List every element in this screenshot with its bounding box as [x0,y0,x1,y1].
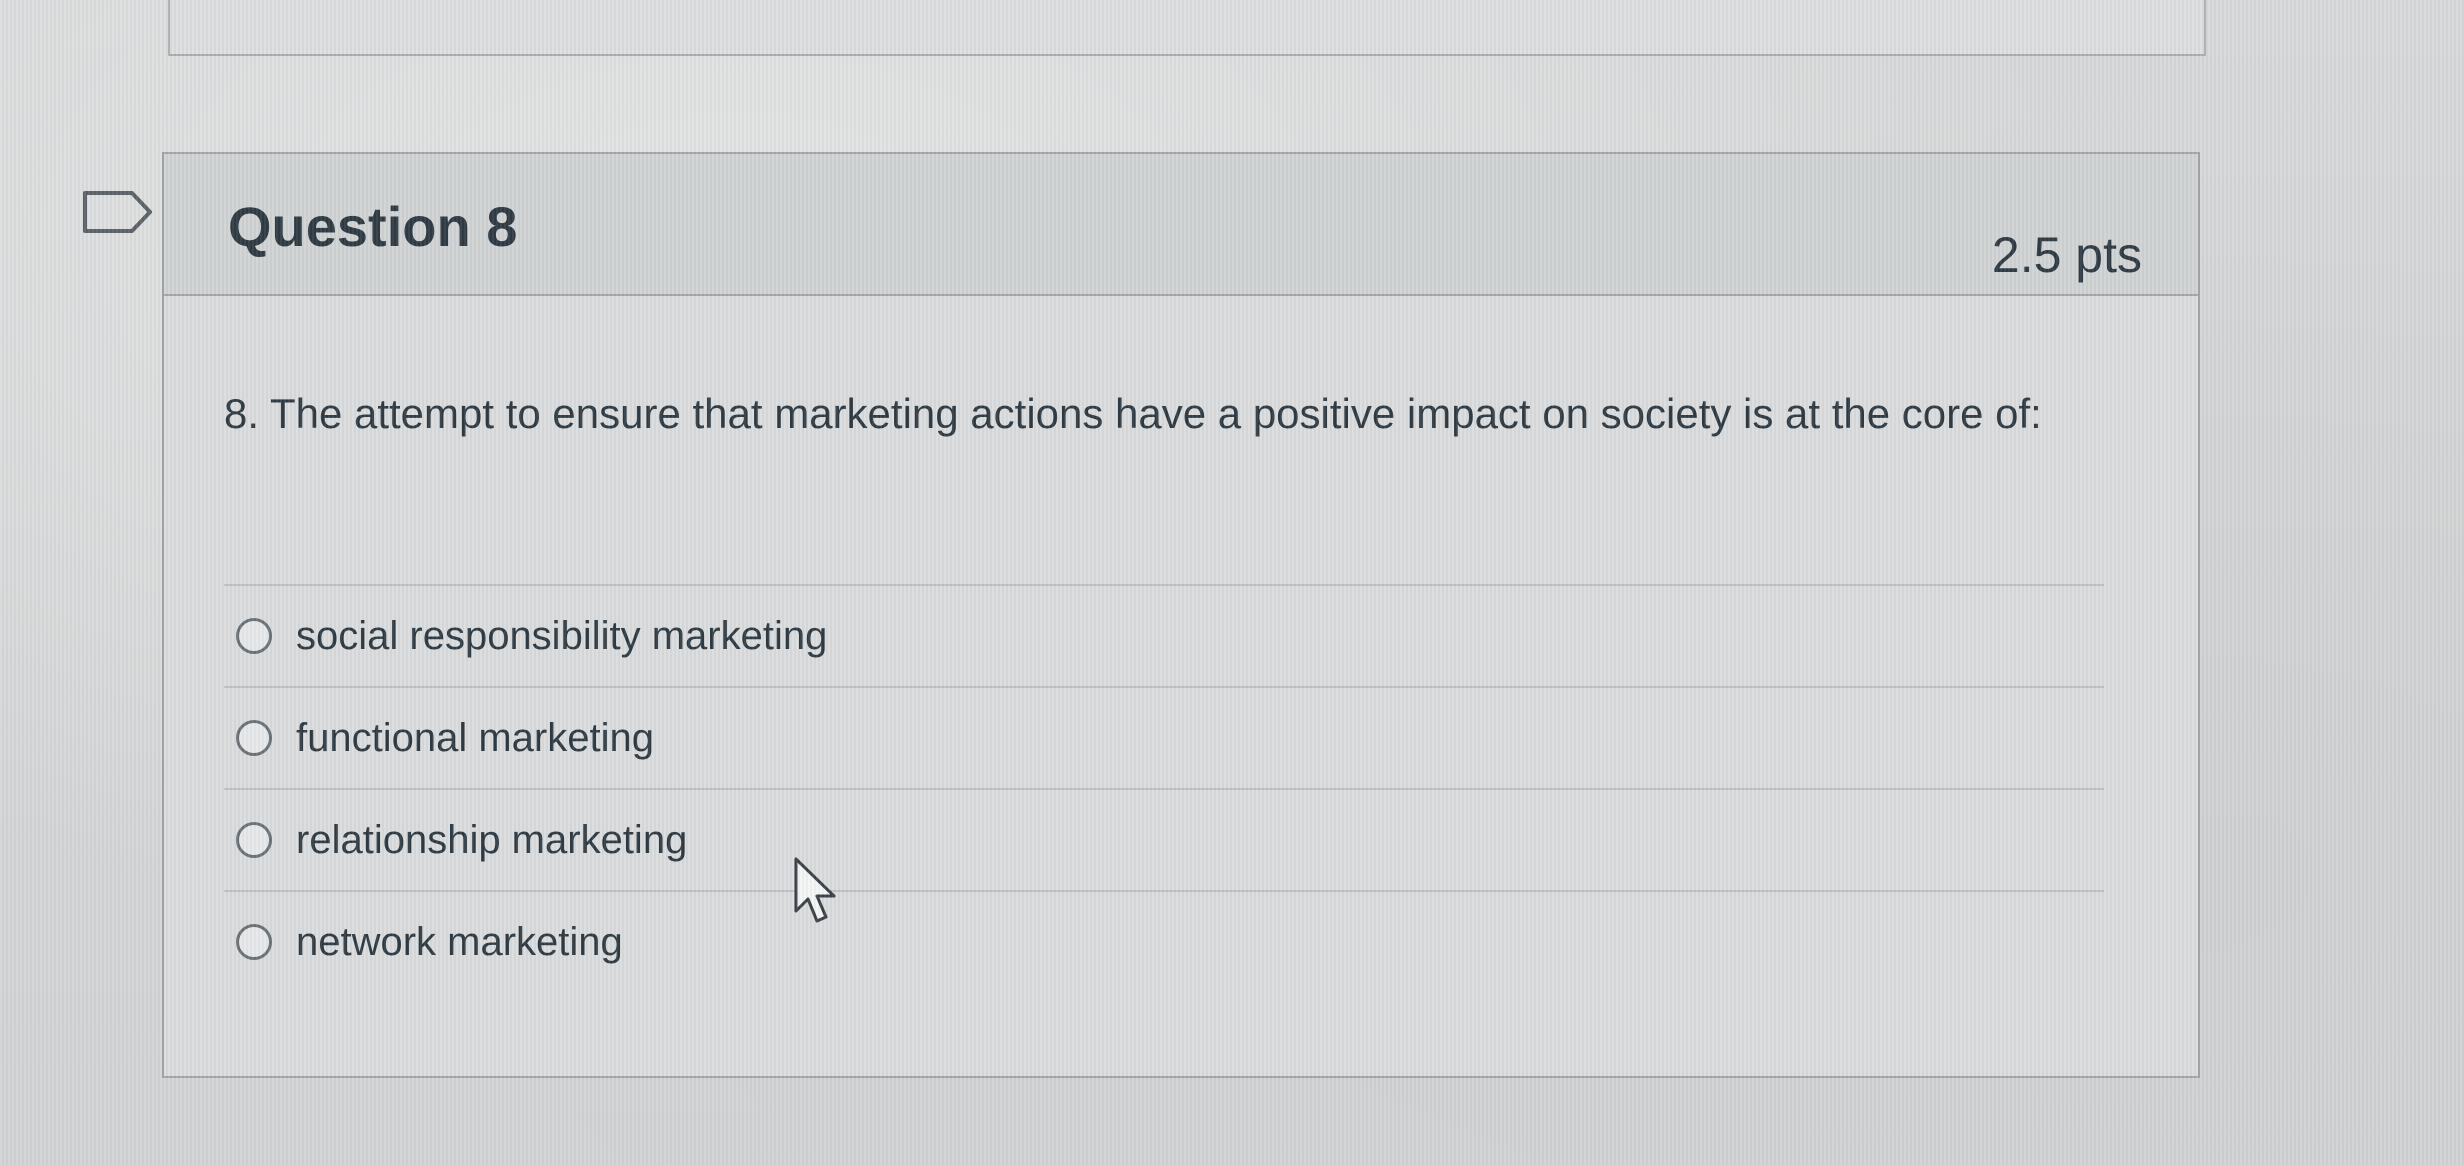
question-text: 8. The attempt to ensure that marketing … [224,390,2042,437]
answer-option[interactable]: relationship marketing [224,790,2104,892]
answer-option[interactable]: network marketing [224,892,2104,992]
answer-label: network marketing [296,919,623,964]
answer-label: social responsibility marketing [296,613,828,658]
radio-button[interactable] [236,822,272,858]
answer-option[interactable]: functional marketing [224,688,2104,790]
question-header: Question 8 2.5 pts [164,154,2198,296]
answer-option[interactable]: social responsibility marketing [224,586,2104,688]
radio-button[interactable] [236,720,272,756]
radio-button[interactable] [236,618,272,654]
answer-label: functional marketing [296,715,654,760]
question-card: Question 8 2.5 pts 8. The attempt to ens… [162,152,2200,1078]
flag-question-icon[interactable] [82,190,154,234]
question-title: Question 8 [228,195,518,258]
radio-button[interactable] [236,924,272,960]
answer-list: social responsibility marketing function… [224,584,2104,992]
question-points: 2.5 pts [1991,227,2142,283]
answer-label: relationship marketing [296,817,688,862]
mouse-pointer-icon [794,857,836,923]
previous-question-card [168,0,2206,56]
